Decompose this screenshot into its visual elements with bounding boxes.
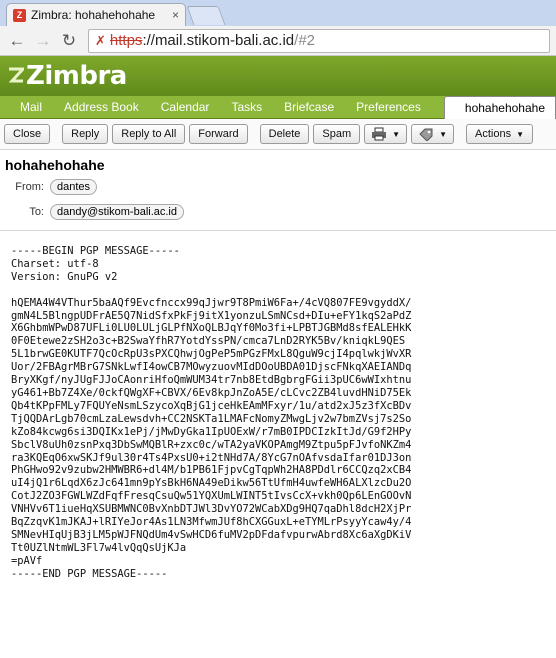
url-scheme: https	[109, 32, 143, 49]
browser-tab-title: Zimbra: hohahehohahe	[31, 8, 156, 22]
reload-icon[interactable]: ↻	[58, 31, 80, 51]
close-button[interactable]: Close	[4, 124, 51, 144]
zimbra-favicon-icon: Z	[13, 8, 26, 22]
tab-message-active[interactable]: hohahehohahe	[443, 96, 556, 119]
chevron-down-icon: ▼	[516, 129, 525, 139]
app-tabs: Mail Address Book Calendar Tasks Briefca…	[0, 96, 556, 119]
zimbra-logo: Zimbra	[26, 61, 127, 91]
reply-all-button[interactable]: Reply to All	[112, 124, 186, 144]
tab-briefcase[interactable]: Briefcase	[273, 100, 345, 118]
back-arrow-icon[interactable]: ←	[6, 31, 28, 51]
reply-button[interactable]: Reply	[62, 124, 109, 144]
browser-tabstrip: Z Zimbra: hohahehohahe ×	[0, 0, 556, 26]
tab-calendar[interactable]: Calendar	[150, 100, 221, 118]
delete-button[interactable]: Delete	[259, 124, 310, 144]
from-address-chip[interactable]: dantes	[50, 179, 98, 195]
tag-button[interactable]: ▼	[411, 124, 455, 144]
actions-menu-button[interactable]: Actions ▼	[466, 124, 534, 144]
address-bar[interactable]: ✗ https ://mail.stikom-bali.ac.id /#2	[88, 28, 550, 53]
header-divider	[0, 230, 556, 231]
print-button[interactable]: ▼	[364, 124, 408, 144]
message-body: -----BEGIN PGP MESSAGE----- Charset: utf…	[11, 245, 412, 580]
broken-lock-icon[interactable]: ✗	[95, 33, 106, 49]
new-tab-button[interactable]	[186, 6, 226, 25]
close-tab-icon[interactable]: ×	[172, 8, 179, 22]
zimbra-banner: Zimbra	[0, 56, 556, 96]
printer-icon	[372, 127, 387, 141]
tag-icon	[419, 128, 433, 141]
url-path: /#2	[294, 32, 316, 49]
browser-tab[interactable]: Z Zimbra: hohahehohahe ×	[6, 3, 186, 26]
message-header: hohahehohahe From: dantes To: dandy@stik…	[0, 157, 556, 231]
forward-button[interactable]: Forward	[189, 124, 248, 144]
to-row: To: dandy@stikom-bali.ac.id	[0, 204, 556, 220]
to-label: To:	[29, 206, 44, 218]
zimbra-logo-icon	[8, 65, 27, 88]
chevron-down-icon: ▼	[439, 129, 448, 139]
from-label: From:	[15, 181, 44, 193]
spam-button[interactable]: Spam	[313, 124, 361, 144]
to-address-chip[interactable]: dandy@stikom-bali.ac.id	[50, 204, 184, 220]
message-action-toolbar: Close Reply Reply to All Forward Delete …	[0, 119, 556, 150]
tab-preferences[interactable]: Preferences	[345, 100, 432, 118]
message-subject: hohahehohahe	[5, 157, 105, 173]
forward-arrow-icon[interactable]: →	[32, 31, 54, 51]
chevron-down-icon: ▼	[392, 129, 401, 139]
actions-menu-label: Actions	[475, 128, 512, 140]
tab-mail[interactable]: Mail	[0, 100, 53, 118]
browser-toolbar: ← → ↻ ✗ https ://mail.stikom-bali.ac.id …	[0, 26, 556, 56]
from-row: From: dantes	[0, 179, 556, 195]
tab-address-book[interactable]: Address Book	[53, 100, 150, 118]
url-host: ://mail.stikom-bali.ac.id	[142, 32, 295, 49]
tab-tasks[interactable]: Tasks	[220, 100, 273, 118]
